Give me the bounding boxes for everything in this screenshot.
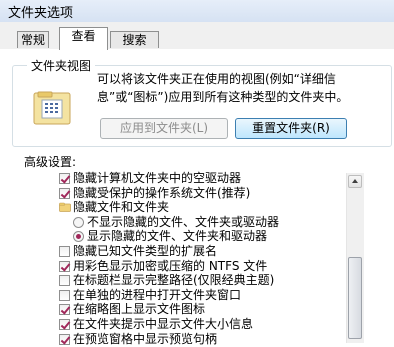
setting-checkbox[interactable] xyxy=(59,304,70,316)
setting-label: 在预览窗格中显示预览句柄 xyxy=(73,331,218,346)
folder-icon xyxy=(59,202,71,213)
setting-label: 在标题栏显示完整路径(仅限经典主题) xyxy=(73,273,275,288)
setting-label: 在单独的进程中打开文件夹窗口 xyxy=(73,287,242,302)
advanced-settings-list: 隐藏计算机文件夹中的空驱动器 隐藏受保护的操作系统文件(推荐) 隐藏文件和文件夹 不显… xyxy=(56,171,364,346)
setting-radio[interactable] xyxy=(73,216,84,228)
setting-checkbox[interactable] xyxy=(59,275,70,287)
setting-label: 隐藏计算机文件夹中的空驱动器 xyxy=(73,171,242,185)
apply-to-folders-button[interactable]: 应用到文件夹(L) xyxy=(100,118,228,139)
setting-label: 在缩略图上显示文件图标 xyxy=(73,302,206,317)
setting-checkbox[interactable] xyxy=(59,246,70,257)
folder-view-description: 可以将该文件夹正在使用的视图(例如“详细信息”或“图标”)应用到所有这种类型的文… xyxy=(97,72,349,104)
setting-checkbox[interactable] xyxy=(59,319,70,330)
advanced-settings-scrollbar[interactable] xyxy=(346,173,364,343)
title-bar: 文件夹选项 xyxy=(0,0,394,22)
view-tab-panel: 文件夹视图 可以将该文件夹正在使用的视图(例如“详细信息”或“图标”)应用到所有… xyxy=(0,49,394,346)
setting-checkbox[interactable] xyxy=(59,260,70,272)
advanced-settings-label: 高级设置: xyxy=(24,155,77,169)
folder-view-group: 文件夹视图 可以将该文件夹正在使用的视图(例如“详细信息”或“图标”)应用到所有… xyxy=(12,57,392,147)
scroll-up-arrow-icon[interactable] xyxy=(348,175,362,188)
setting-radio[interactable] xyxy=(73,231,84,243)
tab-general[interactable]: 常规 xyxy=(17,31,49,48)
window-title: 文件夹选项 xyxy=(8,6,74,21)
setting-checkbox[interactable] xyxy=(59,173,70,184)
tab-search[interactable]: 搜索 xyxy=(110,31,159,48)
setting-label: 隐藏文件和文件夹 xyxy=(73,200,170,215)
folder-options-icon xyxy=(33,91,71,125)
tab-strip: 常规 查看 搜索 xyxy=(0,22,394,50)
setting-checkbox[interactable] xyxy=(59,289,70,301)
setting-label: 隐藏受保护的操作系统文件(推荐) xyxy=(73,185,251,200)
scroll-thumb[interactable] xyxy=(348,257,362,339)
reset-folders-button[interactable]: 重置文件夹(R) xyxy=(235,118,347,139)
setting-label: 用彩色显示加密或压缩的 NTFS 文件 xyxy=(73,258,268,273)
setting-label: 隐藏已知文件类型的扩展名 xyxy=(73,244,218,258)
tab-view[interactable]: 查看 xyxy=(59,27,108,50)
setting-label: 在文件夹提示中显示文件大小信息 xyxy=(73,317,254,331)
setting-checkbox[interactable] xyxy=(59,187,70,199)
setting-label: 显示隐藏的文件、文件夹和驱动器 xyxy=(87,229,268,244)
folder-view-legend: 文件夹视图 xyxy=(27,57,96,74)
setting-label: 不显示隐藏的文件、文件夹或驱动器 xyxy=(87,214,280,229)
